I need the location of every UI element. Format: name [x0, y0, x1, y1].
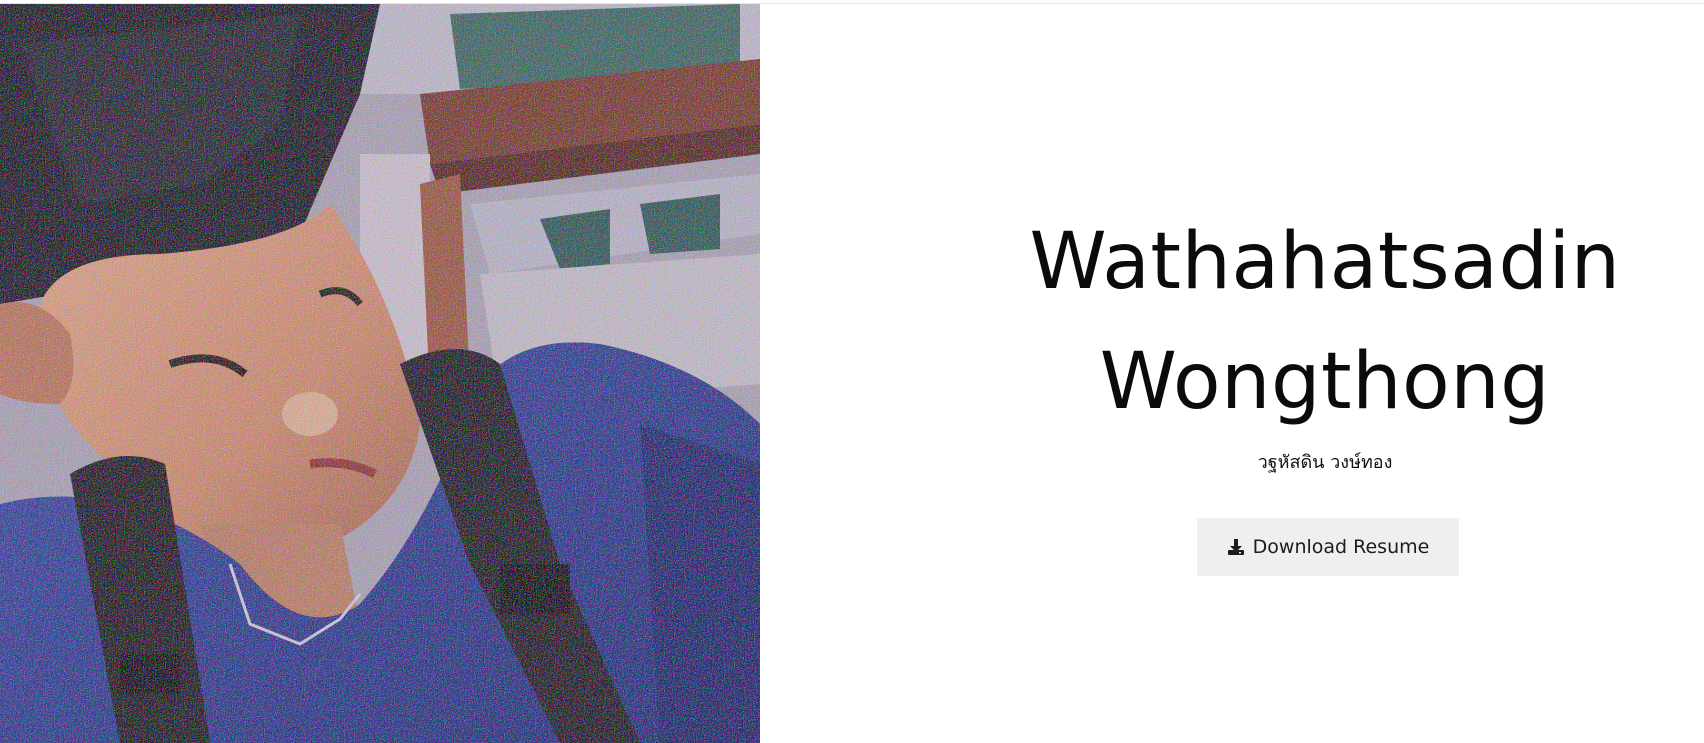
- download-icon: [1227, 539, 1244, 555]
- first-name: Wathahatsadin: [1029, 217, 1621, 307]
- profile-photo: [0, 4, 760, 743]
- resume-landing-page: Wathahatsadin Wongthong วฐหัสดิน วงษ์ทอง…: [0, 0, 1704, 743]
- last-name: Wongthong: [1099, 337, 1551, 427]
- hero-section: Wathahatsadin Wongthong วฐหัสดิน วงษ์ทอง…: [760, 4, 1704, 743]
- profile-photo-illustration: [0, 4, 760, 743]
- download-resume-label: Download Resume: [1252, 536, 1430, 558]
- thai-name: วฐหัสดิน วงษ์ทอง: [1257, 452, 1393, 473]
- download-resume-button[interactable]: Download Resume: [1197, 518, 1459, 576]
- full-name-heading: Wathahatsadin Wongthong: [760, 202, 1704, 442]
